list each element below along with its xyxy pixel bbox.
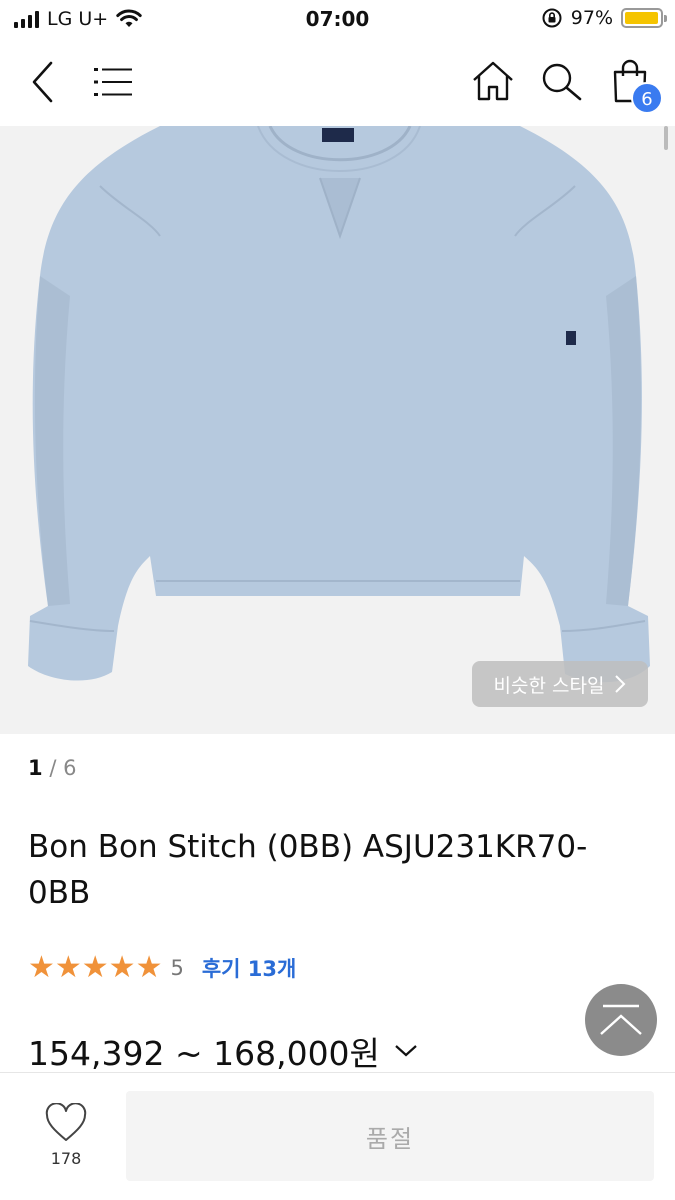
price-row[interactable]: 154,392 ~ 168,000원 [28,1027,418,1075]
product-image[interactable]: 비슷한 스타일 [0,126,675,734]
product-title: Bon Bon Stitch (0BB) ASJU231KR70-0BB [28,829,588,911]
page-scrollbar[interactable] [664,126,668,150]
sweatshirt-illustration [28,126,650,683]
rating-score: 5 [170,955,184,980]
heart-icon [45,1102,87,1141]
pager-separator: / [49,756,57,780]
review-count-link[interactable]: 후기 13개 [202,953,297,983]
pager-current: 1 [28,756,43,780]
status-right: 97% [541,7,667,29]
orientation-lock-icon [542,8,562,28]
price-range: 154,392 ~ 168,000원 [28,1034,380,1073]
like-count: 178 [50,1149,82,1168]
chevron-down-icon[interactable] [394,1044,418,1058]
back-chevron-icon[interactable] [28,60,58,104]
pager-total: 6 [63,756,77,780]
home-icon[interactable] [471,60,515,102]
similar-style-button[interactable]: 비슷한 스타일 [472,661,648,707]
hamburger-menu-icon[interactable] [94,66,134,98]
search-icon[interactable] [541,62,583,104]
image-pager: 1 / 6 [28,756,76,780]
like-button[interactable]: 178 [30,1102,102,1168]
chevron-right-icon [615,675,626,693]
scroll-to-top-icon [600,1004,642,1035]
battery-percent: 97% [570,7,613,29]
top-nav-bar [0,38,675,126]
scroll-to-top-button[interactable] [585,984,657,1056]
cart-count-badge[interactable]: 6 [631,82,663,114]
rating-stars: ★★★★★ [28,950,163,985]
rating-row: ★★★★★ 5 후기 13개 [28,950,296,985]
bottom-action-bar: 178 품절 [0,1072,675,1200]
battery-fill [625,12,658,24]
battery-icon [621,8,667,28]
soldout-button[interactable]: 품절 [126,1091,654,1181]
status-bar: LG U+ 07:00 97% [0,0,675,38]
similar-style-label: 비슷한 스타일 [493,674,605,697]
